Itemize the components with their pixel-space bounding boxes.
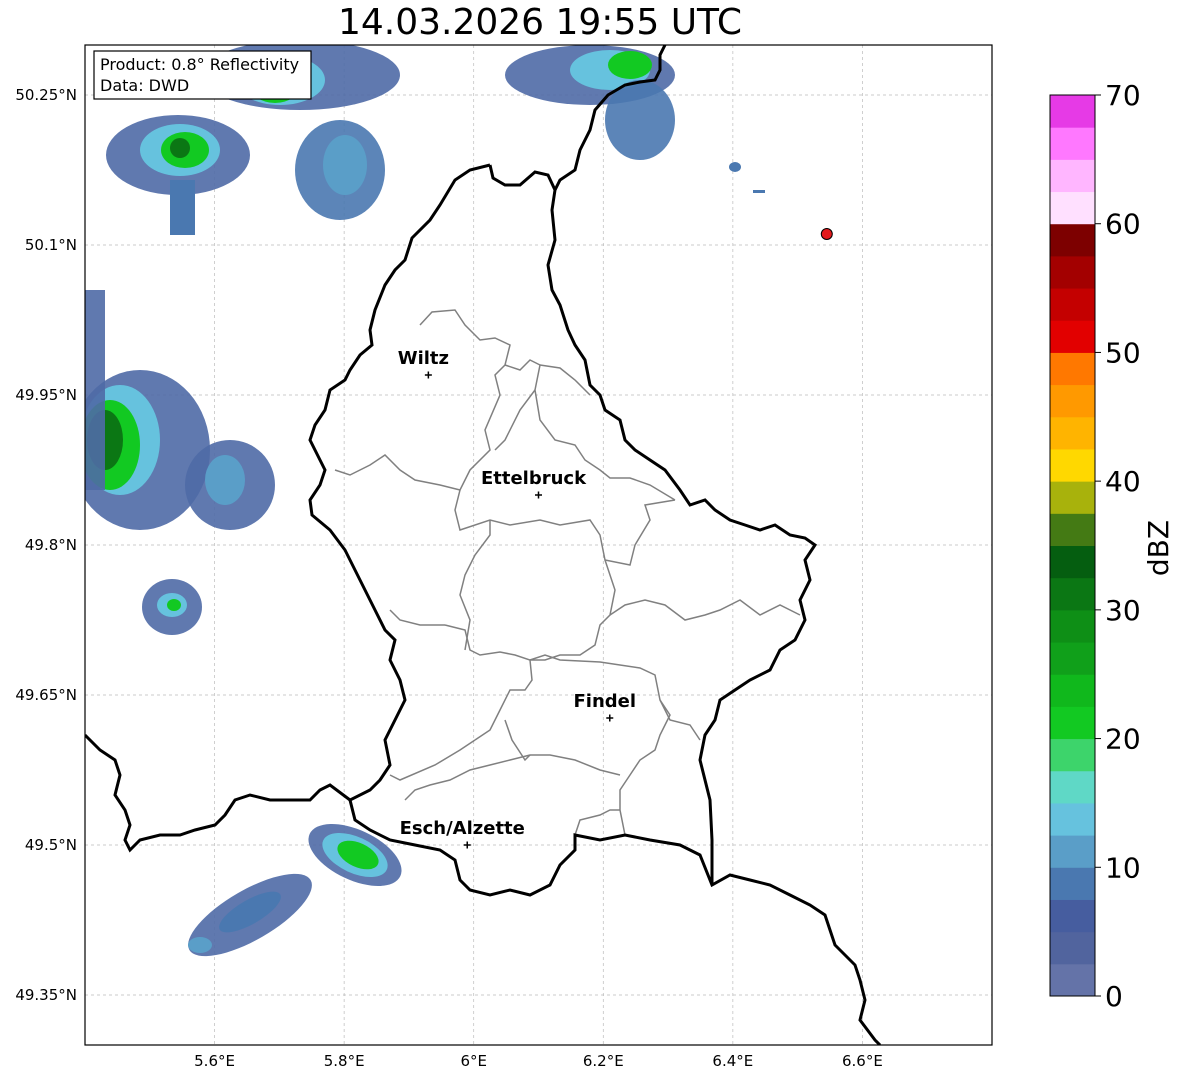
colorbar-segment (1050, 95, 1095, 128)
x-tick-label: 6.6°E (842, 1052, 883, 1070)
colorbar-ticks: 0 10 20 30 40 50 60 70 (1095, 79, 1141, 1013)
y-tick-label: 50.1°N (25, 236, 77, 254)
colorbar-segment (1050, 320, 1095, 353)
location-dot (820, 228, 833, 240)
y-tick-label: 49.65°N (15, 686, 77, 704)
colorbar-tick-label: 10 (1105, 851, 1141, 884)
x-tick-label: 6.2°E (583, 1052, 624, 1070)
colorbar-segment (1050, 159, 1095, 193)
colorbar-segment (1050, 770, 1095, 804)
location-marker (820, 228, 833, 240)
city-label: Ettelbruck (481, 468, 587, 489)
colorbar-segment (1050, 481, 1095, 514)
colorbar-tick-label: 40 (1105, 465, 1141, 498)
colorbar-segment (1050, 416, 1095, 450)
colorbar-segment (1050, 191, 1095, 225)
colorbar-tick-label: 20 (1105, 723, 1141, 756)
y-tick-label: 49.95°N (15, 386, 77, 404)
colorbar-segment (1050, 963, 1095, 997)
info-product: Product: 0.8° Reflectivity (100, 55, 299, 74)
colorbar-segment (1050, 738, 1095, 772)
y-tick-label: 50.25°N (15, 86, 77, 104)
info-box: Product: 0.8° Reflectivity Data: DWD (93, 50, 312, 100)
colorbar-segment (1050, 609, 1095, 643)
colorbar-tick-label: 30 (1105, 594, 1141, 627)
colorbar-tick-label: 0 (1105, 980, 1123, 1013)
city-label: Findel (573, 691, 636, 712)
colorbar-label: dBZ (1142, 520, 1175, 576)
colorbar-segment (1050, 867, 1095, 900)
y-axis-ticks: 50.25°N 50.1°N 49.95°N 49.8°N 49.65°N 49.5°N 4… (15, 86, 77, 1004)
colorbar-segment (1050, 352, 1095, 386)
colorbar-segment (1050, 127, 1095, 160)
colorbar-segment (1050, 802, 1095, 836)
colorbar-segment (1050, 931, 1095, 965)
colorbar-tick-label: 50 (1105, 336, 1141, 369)
colorbar-segment (1050, 545, 1095, 579)
y-tick-label: 49.8°N (25, 536, 77, 554)
y-tick-label: 49.35°N (15, 986, 77, 1004)
x-tick-label: 6°E (460, 1052, 487, 1070)
x-tick-label: 6.4°E (712, 1052, 753, 1070)
colorbar-tick-label: 70 (1105, 79, 1141, 112)
colorbar-segment (1050, 255, 1095, 289)
colorbar-segment (1050, 835, 1095, 868)
city-label: Esch/Alzette (400, 818, 525, 839)
colorbar-segment (1050, 223, 1095, 257)
colorbar-tick-label: 60 (1105, 208, 1141, 241)
colorbar-segment (1050, 706, 1095, 740)
x-axis-ticks: 5.6°E 5.8°E 6°E 6.2°E 6.4°E 6.6°E (194, 1052, 883, 1070)
colorbar (1050, 95, 1095, 997)
colorbar-segment (1050, 577, 1095, 611)
x-tick-label: 5.8°E (324, 1052, 365, 1070)
radar-map: 5.6°E 5.8°E 6°E 6.2°E 6.4°E 6.6°E 50.25°N 50.1… (15, 44, 1175, 1070)
colorbar-segment (1050, 513, 1095, 546)
city-label: Wiltz (398, 348, 449, 369)
colorbar-segment (1050, 448, 1095, 482)
colorbar-segment (1050, 288, 1095, 321)
colorbar-segment (1050, 384, 1095, 418)
x-tick-label: 5.6°E (194, 1052, 235, 1070)
y-tick-label: 49.5°N (25, 836, 77, 854)
info-data-source: Data: DWD (100, 76, 189, 95)
colorbar-segment (1050, 674, 1095, 707)
colorbar-segment (1050, 899, 1095, 933)
colorbar-segment (1050, 642, 1095, 675)
